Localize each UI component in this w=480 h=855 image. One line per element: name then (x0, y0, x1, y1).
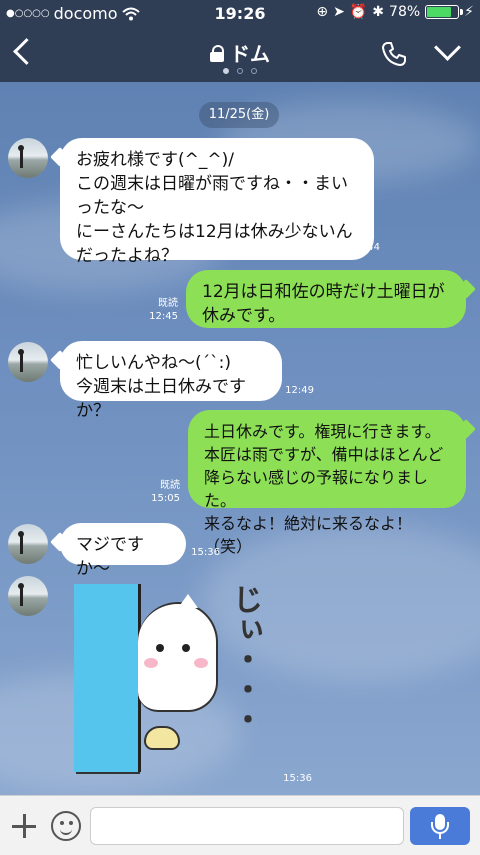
sticker-cat (138, 594, 218, 712)
battery-percent: 78% (389, 4, 421, 20)
rotation-lock-icon: ⊕ (316, 4, 329, 20)
date-separator: 11/25(金) (199, 102, 279, 128)
page-dot (251, 68, 257, 74)
plus-icon[interactable] (10, 812, 38, 840)
battery-icon (425, 5, 464, 19)
read-label: 既読 (158, 298, 178, 309)
page-dot (237, 68, 243, 74)
sticker-text: じぃ・・・ (227, 584, 262, 734)
message-time: 12:45 (149, 311, 178, 322)
chat-area[interactable]: 11/25(金) お疲れ様です(^_^)/ この週末は日曜が雨ですね・・まいった… (0, 82, 480, 795)
page-indicator (0, 68, 480, 74)
battery-fill (427, 7, 451, 17)
chevron-down-icon[interactable] (432, 36, 462, 66)
message-bubble-incoming[interactable]: マジですか〜 (60, 523, 186, 579)
chat-title-text: ドム (230, 42, 270, 66)
message-bubble-incoming[interactable]: 忙しいんやね〜(´`:) 今週末は土日休みですか？ (60, 341, 282, 421)
status-right: ⊕ ➤ ⏰ ✱ 78% ⚡ (316, 4, 474, 20)
message-time: 15:05 (151, 493, 180, 504)
sticker-chick (144, 726, 180, 750)
message-time: 15:36 (283, 773, 312, 784)
read-label: 既読 (160, 480, 180, 491)
message-time: 15:36 (191, 547, 220, 558)
status-bar: ●○○○○ docomo 19:26 ⊕ ➤ ⏰ ✱ 78% ⚡ (0, 0, 480, 26)
message-bubble-outgoing[interactable]: 12月は日和佐の時だけ土曜日が休みです。 (186, 270, 466, 328)
microphone-button[interactable] (410, 807, 470, 845)
avatar[interactable] (8, 576, 48, 616)
message-input[interactable] (90, 807, 404, 845)
sticker-door (74, 584, 141, 772)
top-bar: ●○○○○ docomo 19:26 ⊕ ➤ ⏰ ✱ 78% ⚡ ドム (0, 0, 480, 82)
read-receipt: 既読 12:45 (140, 297, 178, 323)
message-bubble-outgoing[interactable]: 土日休みです。権現に行きます。 本匠は雨ですが、備中はほとんど降らない感じの予報… (188, 410, 466, 556)
message-time: 12:44 (351, 242, 380, 253)
message-time: 12:49 (285, 385, 314, 396)
avatar[interactable] (8, 342, 48, 382)
nav-bar: ドム (0, 26, 480, 82)
page-dot (223, 68, 229, 74)
alarm-icon: ⏰ (349, 4, 368, 20)
lock-icon (210, 44, 224, 62)
phone-call-icon[interactable] (380, 40, 408, 68)
chat-title: ドム (0, 38, 480, 67)
input-bar (0, 795, 480, 855)
sticker-peeking-cat[interactable]: じぃ・・・ (68, 576, 278, 776)
read-receipt: 既読 15:05 (142, 479, 180, 505)
location-icon: ➤ (333, 4, 345, 20)
line-chat-app: ●○○○○ docomo 19:26 ⊕ ➤ ⏰ ✱ 78% ⚡ ドム 11/2… (0, 0, 480, 855)
emoji-icon[interactable] (51, 811, 81, 841)
charging-icon: ⚡ (464, 4, 474, 20)
avatar[interactable] (8, 524, 48, 564)
avatar[interactable] (8, 138, 48, 178)
bluetooth-icon: ✱ (372, 4, 385, 20)
message-bubble-incoming[interactable]: お疲れ様です(^_^)/ この週末は日曜が雨ですね・・まいったな〜 にーさんたち… (60, 138, 374, 266)
